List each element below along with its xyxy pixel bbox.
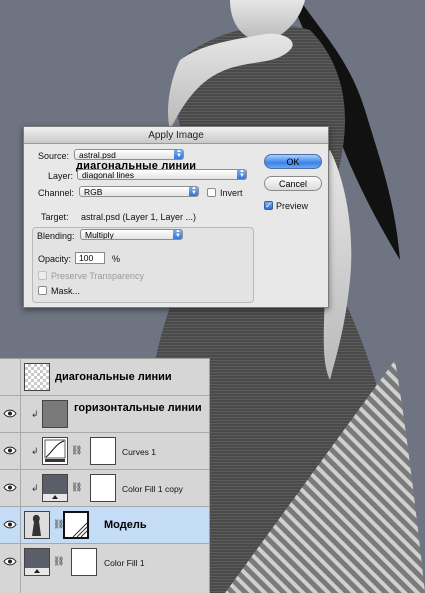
eye-icon [3, 483, 17, 492]
color-fill-icon [42, 474, 68, 502]
layer-row[interactable]: диагональные линии [0, 359, 209, 396]
preview-label: Preview [276, 201, 309, 211]
blending-group: Blending: Multiply ▲ ▼ Opacity: 100 % Pre… [32, 227, 254, 303]
opacity-input[interactable]: 100 [75, 252, 105, 264]
layer-thumbnail [24, 363, 50, 391]
visibility-toggle[interactable] [0, 433, 21, 469]
layers-panel: диагональные линии ↲ горизонтальные лини… [0, 358, 210, 593]
opacity-label: Opacity: [38, 254, 72, 264]
layer-name: горизонтальные линии [74, 402, 202, 414]
target-value: astral.psd (Layer 1, Layer ...) [81, 212, 197, 222]
link-icon: ⛓ [71, 445, 83, 455]
curves-adjustment-icon [42, 437, 68, 465]
layer-mask-thumbnail [63, 511, 89, 539]
link-icon: ⛓ [71, 482, 83, 492]
layer-name: Color Fill 1 [104, 558, 145, 568]
ok-button[interactable]: OK [264, 154, 322, 169]
opacity-unit: % [112, 254, 121, 264]
layer-value: diagonal lines [82, 170, 134, 180]
clipping-arrow-icon: ↲ [31, 483, 39, 493]
visibility-toggle[interactable] [0, 396, 21, 432]
mask-label: Mask... [51, 286, 81, 296]
source-value: astral.psd [79, 150, 116, 160]
visibility-toggle[interactable] [0, 359, 21, 395]
apply-image-dialog: Apply Image Source: astral.psd ▲ ▼ диагон… [23, 126, 329, 308]
dialog-title: Apply Image [24, 127, 328, 144]
layer-row[interactable]: ↲ ⛓ Curves 1 [0, 433, 209, 470]
layer-row[interactable]: ↲ горизонтальные линии [0, 396, 209, 433]
layer-name: Модель [104, 519, 147, 531]
layer-label: Layer: [48, 171, 74, 181]
layer-name: диагональные линии [55, 371, 172, 383]
select-arrows-icon: ▲ ▼ [189, 187, 198, 196]
layer-row[interactable]: ↲ ⛓ Color Fill 1 copy [0, 470, 209, 507]
target-label: Target: [41, 212, 69, 222]
clipping-arrow-icon: ↲ [31, 409, 39, 419]
visibility-toggle[interactable] [0, 507, 21, 543]
eye-icon [3, 557, 17, 566]
color-fill-icon [24, 548, 50, 576]
invert-checkbox[interactable] [207, 188, 216, 197]
visibility-toggle[interactable] [0, 544, 21, 593]
opacity-value: 100 [79, 253, 94, 263]
preserve-transparency-checkbox[interactable] [38, 271, 47, 280]
layer-name: Color Fill 1 copy [122, 484, 183, 494]
clipping-arrow-icon: ↲ [31, 446, 39, 456]
eye-icon [3, 446, 17, 455]
layer-row[interactable]: ⛓ Color Fill 1 [0, 544, 209, 593]
layer-name: Curves 1 [122, 447, 157, 457]
layer-mask-thumbnail [90, 474, 116, 502]
layer-mask-thumbnail [90, 437, 116, 465]
eye-icon [3, 409, 17, 418]
visibility-toggle[interactable] [0, 470, 21, 506]
select-arrows-icon: ▲ ▼ [174, 150, 183, 159]
blending-select[interactable]: Multiply ▲ ▼ [80, 229, 183, 240]
preserve-transparency-label: Preserve Transparency [51, 271, 145, 281]
layer-row-selected[interactable]: ⛓ Модель [0, 507, 209, 544]
channel-select[interactable]: RGB ▲ ▼ [79, 186, 199, 197]
mask-checkbox[interactable] [38, 286, 47, 295]
source-label: Source: [38, 151, 70, 161]
blending-value: Multiply [85, 230, 114, 240]
blending-label: Blending: [37, 231, 75, 241]
select-arrows-icon: ▲ ▼ [237, 170, 246, 179]
channel-label: Channel: [38, 188, 75, 198]
layer-thumbnail [42, 400, 68, 428]
select-arrows-icon: ▲ ▼ [173, 230, 182, 239]
layer-mask-thumbnail [71, 548, 97, 576]
layer-thumbnail [24, 511, 50, 539]
cancel-button[interactable]: Cancel [264, 176, 322, 191]
channel-value: RGB [84, 187, 103, 197]
layer-select[interactable]: diagonal lines ▲ ▼ [77, 169, 247, 180]
invert-label: Invert [220, 188, 243, 198]
link-icon: ⛓ [53, 556, 65, 566]
source-select[interactable]: astral.psd ▲ ▼ [74, 149, 184, 160]
eye-icon [3, 520, 17, 529]
preview-checkbox[interactable]: ✓ [264, 201, 273, 210]
